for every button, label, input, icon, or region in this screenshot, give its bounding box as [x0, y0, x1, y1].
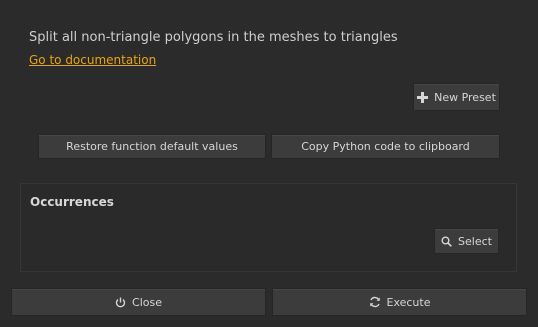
occurrences-title: Occurrences	[30, 195, 114, 209]
new-preset-label: New Preset	[434, 90, 496, 104]
occurrences-panel: Occurrences Select	[20, 183, 517, 272]
restore-defaults-label: Restore function default values	[66, 140, 238, 153]
copy-python-label: Copy Python code to clipboard	[301, 140, 470, 153]
refresh-icon	[369, 296, 381, 308]
power-icon	[115, 297, 126, 308]
close-label: Close	[132, 295, 162, 309]
close-button[interactable]: Close	[11, 288, 266, 316]
function-description: Split all non-triangle polygons in the m…	[29, 30, 398, 45]
search-icon	[441, 236, 452, 247]
copy-python-button[interactable]: Copy Python code to clipboard	[271, 134, 500, 159]
plus-icon	[417, 91, 429, 103]
execute-button[interactable]: Execute	[272, 288, 527, 316]
select-button[interactable]: Select	[434, 228, 499, 254]
execute-label: Execute	[386, 295, 431, 309]
select-label: Select	[458, 234, 492, 248]
new-preset-button[interactable]: New Preset	[413, 83, 500, 111]
documentation-link[interactable]: Go to documentation	[29, 53, 156, 67]
restore-defaults-button[interactable]: Restore function default values	[38, 134, 266, 159]
